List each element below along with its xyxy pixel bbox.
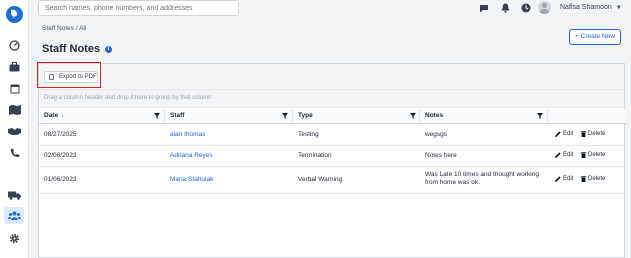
filter-icon[interactable] xyxy=(537,113,543,119)
edit-label: Edit xyxy=(563,176,574,182)
type-cell: Verbal Warning xyxy=(298,176,343,183)
date-cell: 01/06/2023 xyxy=(44,176,77,183)
sidebar xyxy=(0,0,29,258)
info-icon[interactable]: i xyxy=(105,46,112,53)
chat-icon[interactable] xyxy=(479,3,489,13)
create-new-button[interactable]: + Create New xyxy=(569,29,621,45)
delete-button[interactable]: Delete xyxy=(581,131,605,137)
column-header-label: Date xyxy=(44,112,59,119)
column-header-label: Notes xyxy=(425,112,444,119)
gear-icon[interactable] xyxy=(8,232,21,245)
dashboard-icon[interactable] xyxy=(8,39,21,52)
clock-icon[interactable] xyxy=(521,3,531,13)
app-logo[interactable] xyxy=(6,6,23,23)
filter-icon[interactable] xyxy=(154,113,160,119)
trash-icon xyxy=(581,176,586,182)
breadcrumb: Staff Notes / All xyxy=(42,25,87,32)
date-cell: 02/08/2023 xyxy=(44,152,77,159)
notes-cell: Notes here xyxy=(425,152,457,159)
truck-icon[interactable] xyxy=(8,189,21,202)
staff-link[interactable]: Maria Stahulak xyxy=(170,176,213,184)
user-name: Nafisa Shamoon xyxy=(560,4,612,11)
user-menu[interactable]: Nafisa Shamoon ▼ xyxy=(560,4,622,11)
delete-label: Delete xyxy=(588,176,606,182)
group-by-panel[interactable]: Drag a column header and drop it here to… xyxy=(39,90,624,108)
type-cell: Testing xyxy=(298,131,319,138)
column-header-label: Type xyxy=(298,112,313,119)
avatar[interactable] xyxy=(538,1,551,14)
edit-label: Edit xyxy=(563,131,574,137)
pencil-icon xyxy=(555,176,561,182)
column-header-actions xyxy=(548,109,626,124)
filter-icon[interactable] xyxy=(282,113,288,119)
table-row: 08/27/2025 alan thomas Testing wegsgs Ed… xyxy=(39,125,624,146)
staff-link[interactable]: alan thomas xyxy=(170,131,205,139)
delete-label: Delete xyxy=(588,152,606,158)
briefcase-icon[interactable] xyxy=(8,60,21,73)
trash-icon xyxy=(581,131,586,137)
staff-notes-grid: Export to PDF Drag a column header and d… xyxy=(37,62,626,258)
delete-label: Delete xyxy=(588,131,606,137)
edit-button[interactable]: Edit xyxy=(555,152,573,158)
column-header-label: Staff xyxy=(170,112,185,119)
column-header-staff[interactable]: Staff xyxy=(165,109,293,124)
pencil-icon xyxy=(555,131,561,137)
table-row: 01/06/2023 Maria Stahulak Verbal Warning… xyxy=(39,167,624,194)
bell-icon[interactable] xyxy=(500,3,510,13)
page-title: Staff Notes xyxy=(42,43,101,55)
sort-arrow-icon: ↓ xyxy=(61,113,65,119)
highlight-box xyxy=(37,62,101,88)
pencil-icon xyxy=(555,152,561,158)
table-row: 02/08/2023 Adriana Reyes Termination Not… xyxy=(39,146,624,167)
column-header-date[interactable]: Date ↓ xyxy=(39,109,165,124)
edit-button[interactable]: Edit xyxy=(555,131,573,137)
grid-toolbar: Export to PDF xyxy=(37,62,624,90)
trash-icon xyxy=(581,152,586,158)
delete-button[interactable]: Delete xyxy=(581,152,605,158)
users-icon[interactable] xyxy=(4,207,24,224)
column-header-notes[interactable]: Notes xyxy=(420,109,548,124)
notes-cell: Was Late 10 times and thought working fr… xyxy=(425,171,539,186)
calendar-icon[interactable] xyxy=(8,82,21,95)
column-header-type[interactable]: Type xyxy=(293,109,420,124)
notes-cell: wegsgs xyxy=(425,131,448,138)
filter-icon[interactable] xyxy=(410,113,416,119)
map-icon[interactable] xyxy=(8,103,21,116)
edit-label: Edit xyxy=(563,152,574,158)
staff-link[interactable]: Adriana Reyes xyxy=(170,152,213,160)
phone-icon[interactable] xyxy=(8,146,21,159)
type-cell: Termination xyxy=(298,152,332,159)
date-cell: 08/27/2025 xyxy=(44,131,77,138)
handshake-icon[interactable] xyxy=(8,125,21,138)
edit-button[interactable]: Edit xyxy=(555,176,573,182)
search-input[interactable] xyxy=(38,0,239,16)
caret-down-icon: ▼ xyxy=(615,5,622,11)
delete-button[interactable]: Delete xyxy=(581,176,605,182)
